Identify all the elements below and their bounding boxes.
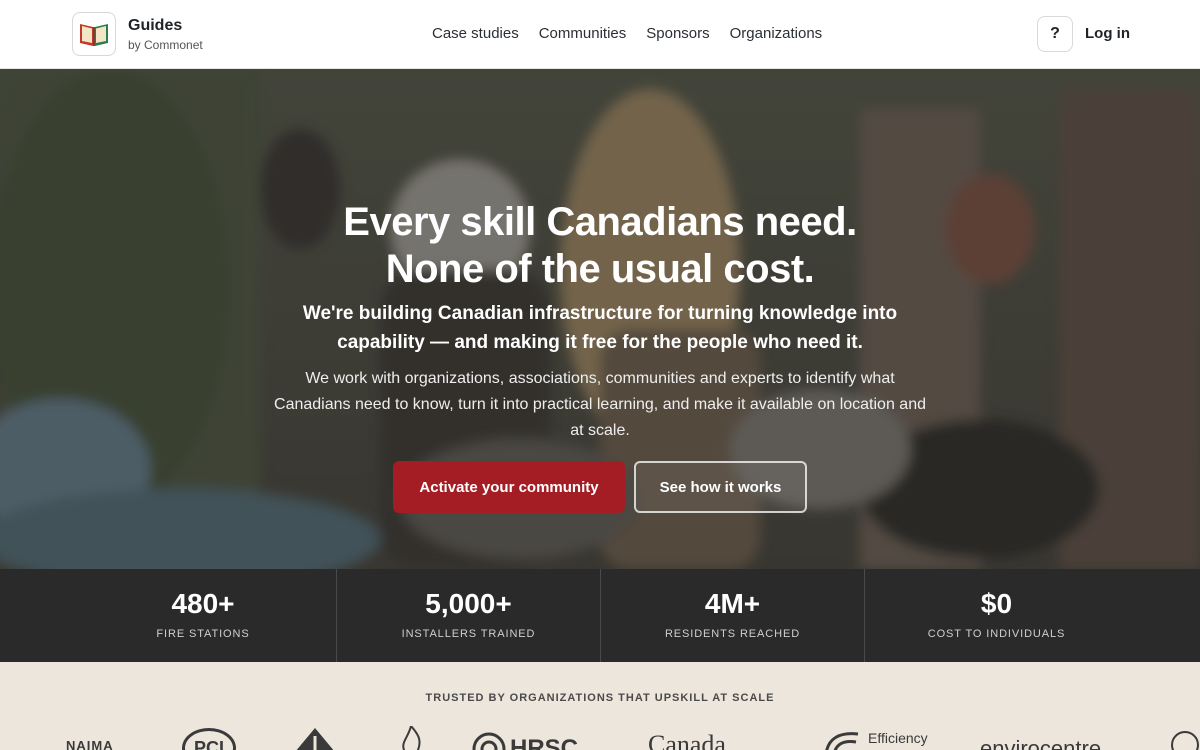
stat-installers-trained: 5,000+ INSTALLERS TRAINED	[336, 569, 600, 662]
main-nav: Case studies Communities Sponsors Organi…	[432, 24, 822, 44]
flame-logo-icon	[402, 726, 421, 750]
nav-case-studies[interactable]: Case studies	[432, 24, 519, 44]
hero-title: Every skill Canadians need. None of the …	[0, 199, 1200, 293]
stat-value: 5,000+	[425, 588, 512, 619]
hrsc-emblem-icon	[472, 732, 506, 750]
stat-value: 4M+	[704, 588, 761, 619]
partner-logo-canada: Canada	[648, 730, 726, 750]
login-link[interactable]: Log in	[1085, 24, 1130, 44]
stat-value: 480+	[171, 588, 235, 619]
stat-label: FIRE STATIONS	[156, 628, 250, 640]
partner-logos: NAIMA PCI HRSC Canada Efficiency enviroc…	[0, 726, 1200, 750]
hero-section: Every skill Canadians need. None of the …	[0, 69, 1200, 569]
trusted-by-section: TRUSTED BY ORGANIZATIONS THAT UPSKILL AT…	[0, 662, 1200, 750]
stat-cost-to-individuals: $0 COST TO INDIVIDUALS	[864, 569, 1200, 662]
hrsc-text: HRSC	[510, 735, 579, 750]
efficiency-swirl-icon	[825, 732, 859, 750]
stat-label: RESIDENTS REACHED	[664, 628, 801, 640]
book-logo-icon	[72, 12, 116, 56]
partner-logo-partial-icon	[1171, 731, 1199, 750]
hero-lead: We're building Canadian infrastructure f…	[302, 303, 898, 353]
trusted-title: TRUSTED BY ORGANIZATIONS THAT UPSKILL AT…	[425, 692, 775, 704]
stat-fire-stations: 480+ FIRE STATIONS	[0, 569, 336, 662]
hero-body: We work with organizations, associations…	[274, 370, 926, 439]
stat-residents-reached: 4M+ RESIDENTS REACHED	[600, 569, 864, 662]
hero-title-line-2: None of the usual cost.	[385, 247, 815, 291]
partner-logo-naima: NAIMA	[66, 738, 114, 750]
nav-sponsors[interactable]: Sponsors	[646, 24, 709, 44]
triangle-logo-icon	[296, 728, 334, 750]
stats-bar: 480+ FIRE STATIONS 5,000+ INSTALLERS TRA…	[0, 569, 1200, 662]
stat-value: $0	[980, 588, 1013, 619]
partner-logo-efficiency: Efficiency	[822, 730, 928, 750]
nav-organizations[interactable]: Organizations	[730, 24, 823, 44]
see-how-it-works-button[interactable]: See how it works	[634, 461, 807, 513]
site-header: Guides by Commonet Case studies Communit…	[0, 0, 1200, 69]
partner-logo-envirocentre: envirocentre	[980, 736, 1102, 750]
efficiency-text: Efficiency	[868, 730, 928, 746]
activate-community-button[interactable]: Activate your community	[393, 461, 625, 513]
partner-logo-hrsc: HRSC	[472, 732, 578, 750]
help-button[interactable]: ?	[1037, 16, 1073, 52]
partner-logo-pci: PCI	[182, 728, 236, 750]
brand-title: Guides	[128, 16, 183, 34]
brand-subtitle: by Commonet	[128, 37, 203, 52]
nav-communities[interactable]: Communities	[539, 24, 627, 44]
brand[interactable]: Guides by Commonet	[72, 12, 203, 56]
stat-label: INSTALLERS TRAINED	[401, 628, 536, 640]
stat-label: COST TO INDIVIDUALS	[927, 628, 1066, 640]
hero-title-line-1: Every skill Canadians need.	[343, 200, 857, 244]
